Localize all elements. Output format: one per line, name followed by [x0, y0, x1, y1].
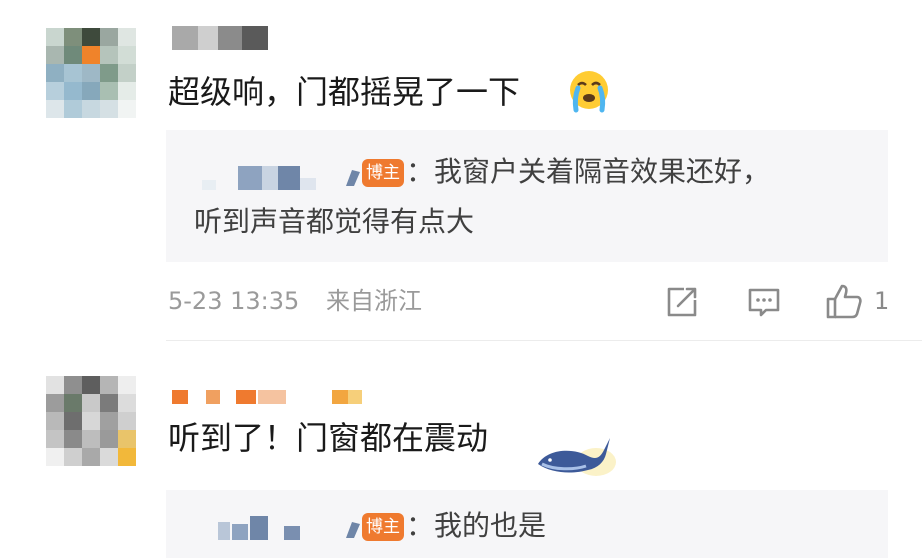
avatar[interactable] — [46, 28, 136, 118]
reply-text: ：我的也是 — [406, 509, 547, 542]
divider — [166, 340, 922, 341]
blogger-badge: 博主 — [362, 513, 404, 541]
blogger-badge: 博主 — [362, 159, 404, 187]
comment-icon[interactable] — [746, 284, 782, 320]
verified-icon — [346, 170, 360, 186]
blogger-name[interactable] — [218, 516, 350, 540]
reply-box[interactable]: 博主 ：我的也是 — [166, 490, 888, 558]
username[interactable] — [172, 26, 272, 50]
comment-text: 听到了！门窗都在震动 — [168, 419, 489, 457]
like-icon[interactable] — [824, 282, 864, 322]
comment-text: 超级响，门都摇晃了一下 — [168, 73, 521, 111]
reply-text: ：我窗户关着隔音效果还好， — [406, 155, 771, 188]
verified-icon — [346, 522, 360, 538]
avatar[interactable] — [46, 376, 136, 466]
whale-icon — [538, 438, 616, 476]
share-icon[interactable] — [664, 284, 700, 320]
reply-box[interactable]: 博主 ：我窗户关着隔音效果还好， 听到声音都觉得有点大 — [166, 130, 888, 262]
crying-face-icon — [570, 71, 608, 113]
blogger-name[interactable] — [202, 166, 350, 190]
username[interactable] — [172, 390, 372, 404]
comment-location: 来自浙江 — [326, 287, 422, 315]
like-count: 1 — [874, 287, 890, 315]
reply-text-continued: 听到声音都觉得有点大 — [194, 205, 475, 238]
comment-date: 5-23 13:35 — [168, 287, 300, 315]
